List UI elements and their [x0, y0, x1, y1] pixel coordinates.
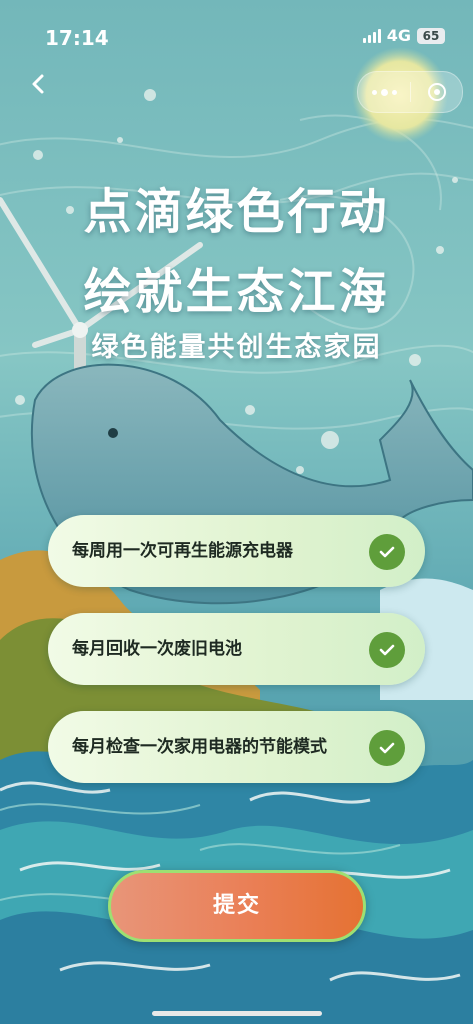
mini-program-capsule — [357, 71, 463, 113]
checkmark-icon — [369, 632, 405, 668]
hero-subtitle: 绿色能量共创生态家园 — [91, 332, 382, 363]
task-label: 每周用一次可再生能源充电器 — [72, 541, 293, 561]
status-indicators: 4G 65 — [362, 26, 445, 45]
checkmark-icon — [369, 730, 405, 766]
hero-title-line1: 点滴绿色行动 — [83, 184, 390, 240]
task-item[interactable]: 每周用一次可再生能源充电器 — [48, 515, 425, 587]
home-indicator[interactable] — [152, 1011, 322, 1016]
task-label: 每月回收一次废旧电池 — [72, 639, 242, 659]
more-dots-icon — [371, 89, 377, 95]
task-item[interactable]: 每月检查一次家用电器的节能模式 — [48, 711, 425, 783]
status-time: 17:14 — [45, 26, 109, 50]
status-bar: 17:14 4G 65 — [0, 0, 473, 60]
task-label: 每月检查一次家用电器的节能模式 — [72, 737, 327, 757]
battery-level: 65 — [422, 28, 440, 43]
network-type: 4G — [386, 26, 411, 45]
battery-icon: 65 — [417, 27, 445, 44]
checkmark-icon — [369, 534, 405, 570]
target-close-icon — [427, 83, 446, 101]
back-button[interactable] — [28, 70, 52, 98]
hero-title-line2: 绘就生态江海 — [83, 264, 390, 320]
more-button[interactable] — [358, 72, 410, 112]
chevron-left-icon — [32, 74, 44, 94]
signal-icon — [362, 28, 381, 43]
close-button[interactable] — [411, 72, 462, 112]
task-item[interactable]: 每月回收一次废旧电池 — [48, 613, 425, 685]
submit-button[interactable]: 提交 — [108, 870, 366, 942]
